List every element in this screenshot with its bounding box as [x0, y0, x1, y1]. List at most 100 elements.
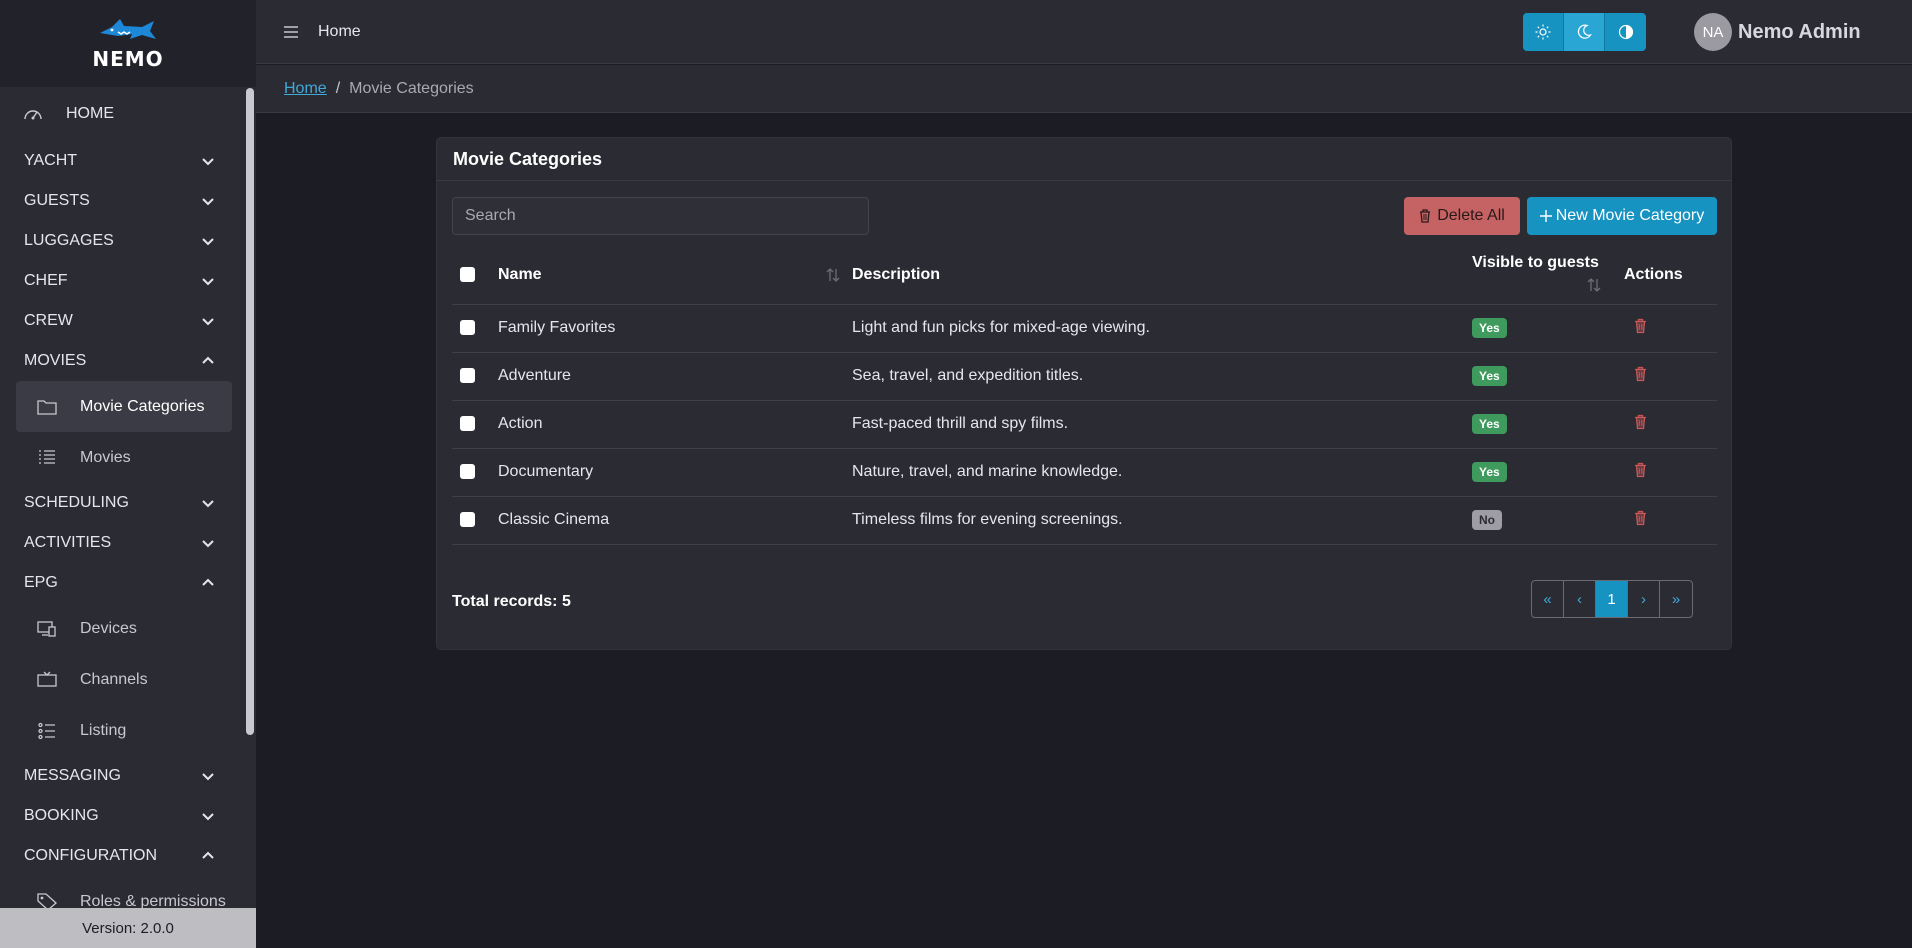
next-page-button[interactable]: ›: [1628, 581, 1660, 617]
sidebar-item-epg[interactable]: EPG: [0, 563, 244, 603]
row-checkbox[interactable]: [460, 512, 475, 528]
version-label: Version: 2.0.0: [0, 908, 256, 948]
sidebar-item-movie-categories[interactable]: Movie Categories: [16, 381, 232, 432]
category-name: Adventure: [498, 352, 852, 401]
listing-icon: [36, 720, 58, 742]
category-description: Nature, travel, and marine knowledge.: [852, 448, 1472, 497]
sidebar-item-movies-list[interactable]: Movies: [16, 432, 232, 483]
table-header-row: Name Description Visible to guests Actio…: [452, 246, 1717, 305]
light-theme-button[interactable]: [1523, 13, 1564, 51]
prev-page-button[interactable]: ‹: [1564, 581, 1596, 617]
sidebar-item-guests[interactable]: GUESTS: [0, 181, 244, 221]
sidebar-item-roles-permissions[interactable]: Roles & permissions: [16, 876, 232, 908]
sidebar-item-home[interactable]: HOME: [0, 87, 244, 141]
trash-icon: [1635, 510, 1646, 525]
sidebar-item-messaging[interactable]: MESSAGING: [0, 756, 244, 796]
category-description: Timeless films for evening screenings.: [852, 496, 1472, 545]
list-icon: [36, 447, 58, 469]
chevron-down-icon: [202, 238, 214, 246]
sidebar-item-label: Movies: [80, 448, 131, 466]
sidebar-item-label: Devices: [80, 619, 137, 637]
delete-row-button[interactable]: [1634, 510, 1647, 526]
sidebar-item-listing[interactable]: Listing: [16, 705, 232, 756]
new-movie-category-button[interactable]: New Movie Category: [1527, 197, 1717, 235]
trash-icon: [1635, 318, 1646, 333]
column-header-name[interactable]: Name: [498, 246, 852, 305]
search-input[interactable]: [452, 197, 869, 235]
row-checkbox[interactable]: [460, 320, 475, 336]
visibility-badge: Yes: [1472, 366, 1507, 386]
sidebar-item-label: ACTIVITIES: [24, 534, 112, 551]
category-name: Documentary: [498, 448, 852, 497]
sidebar-item-booking[interactable]: BOOKING: [0, 796, 244, 836]
visibility-badge: Yes: [1472, 318, 1507, 338]
chevron-up-icon: [202, 851, 214, 859]
chevron-down-icon: [202, 540, 214, 548]
sidebar-item-label: Listing: [80, 721, 127, 739]
column-header-name-label: Name: [498, 265, 542, 283]
hamburger-icon: [284, 25, 298, 38]
last-page-button[interactable]: »: [1660, 581, 1692, 617]
contrast-theme-button[interactable]: [1605, 13, 1646, 51]
breadcrumb-home-link[interactable]: Home: [284, 80, 327, 98]
sidebar-item-label: SCHEDULING: [24, 494, 129, 511]
trash-icon: [1420, 209, 1431, 223]
sidebar-item-devices[interactable]: Devices: [16, 603, 232, 654]
sun-icon: [1535, 24, 1551, 40]
category-name: Action: [498, 400, 852, 449]
sidebar-item-movies[interactable]: MOVIES: [0, 341, 244, 381]
delete-all-button[interactable]: Delete All: [1404, 197, 1520, 235]
sidebar-item-activities[interactable]: ACTIVITIES: [0, 523, 244, 563]
sidebar-scrollbar[interactable]: [246, 88, 254, 735]
sidebar-item-scheduling[interactable]: SCHEDULING: [0, 483, 244, 523]
topbar-title[interactable]: Home: [318, 23, 361, 41]
brand-logo[interactable]: NEMO: [0, 0, 256, 87]
breadcrumb-separator: /: [335, 79, 341, 97]
delete-row-button[interactable]: [1634, 462, 1647, 478]
folder-icon: [36, 396, 58, 418]
select-all-cell: [452, 246, 498, 305]
dashboard-icon: [22, 103, 44, 125]
sidebar-item-yacht[interactable]: YACHT: [0, 141, 244, 181]
sidebar-item-configuration[interactable]: CONFIGURATION: [0, 836, 244, 876]
delete-all-label: Delete All: [1437, 207, 1505, 224]
category-description: Sea, travel, and expedition titles.: [852, 352, 1472, 401]
delete-row-button[interactable]: [1634, 414, 1647, 430]
total-records: Total records: 5: [452, 593, 571, 610]
sidebar-item-label: CHEF: [24, 272, 68, 289]
table-row: Family Favorites Light and fun picks for…: [452, 304, 1717, 353]
sidebar-item-crew[interactable]: CREW: [0, 301, 244, 341]
select-all-checkbox[interactable]: [460, 267, 475, 283]
sidebar-item-label: EPG: [24, 574, 58, 591]
user-name: Nemo Admin: [1738, 20, 1861, 43]
column-header-visible[interactable]: Visible to guests: [1472, 246, 1624, 305]
hamburger-menu-button[interactable]: [282, 23, 300, 41]
sidebar-item-label: Roles & permissions: [80, 892, 226, 909]
delete-row-button[interactable]: [1634, 366, 1647, 382]
user-menu[interactable]: NA Nemo Admin: [1694, 13, 1861, 51]
sidebar-item-label: LUGGAGES: [24, 232, 114, 249]
sort-icon[interactable]: [826, 267, 840, 283]
trash-icon: [1635, 414, 1646, 429]
breadcrumb: Home / Movie Categories: [256, 65, 1912, 113]
sidebar-item-label: HOME: [66, 105, 114, 122]
category-description: Fast-paced thrill and spy films.: [852, 400, 1472, 449]
sidebar-item-label: CREW: [24, 312, 73, 329]
table-row: Classic Cinema Timeless films for evenin…: [452, 496, 1717, 545]
current-page-button[interactable]: 1: [1596, 581, 1628, 617]
sidebar-item-chef[interactable]: CHEF: [0, 261, 244, 301]
column-header-description: Description: [852, 246, 1472, 305]
delete-row-button[interactable]: [1634, 318, 1647, 334]
table-row: Action Fast-paced thrill and spy films. …: [452, 400, 1717, 449]
sidebar-item-luggages[interactable]: LUGGAGES: [0, 221, 244, 261]
first-page-button[interactable]: «: [1532, 581, 1564, 617]
row-checkbox[interactable]: [460, 368, 475, 384]
devices-icon: [36, 618, 58, 640]
row-checkbox[interactable]: [460, 416, 475, 432]
sidebar-item-label: MESSAGING: [24, 767, 121, 784]
row-checkbox[interactable]: [460, 464, 475, 480]
table-row: Adventure Sea, travel, and expedition ti…: [452, 352, 1717, 401]
sort-icon[interactable]: [1587, 277, 1601, 293]
sidebar-item-channels[interactable]: Channels: [16, 654, 232, 705]
dark-theme-button[interactable]: [1564, 13, 1605, 51]
